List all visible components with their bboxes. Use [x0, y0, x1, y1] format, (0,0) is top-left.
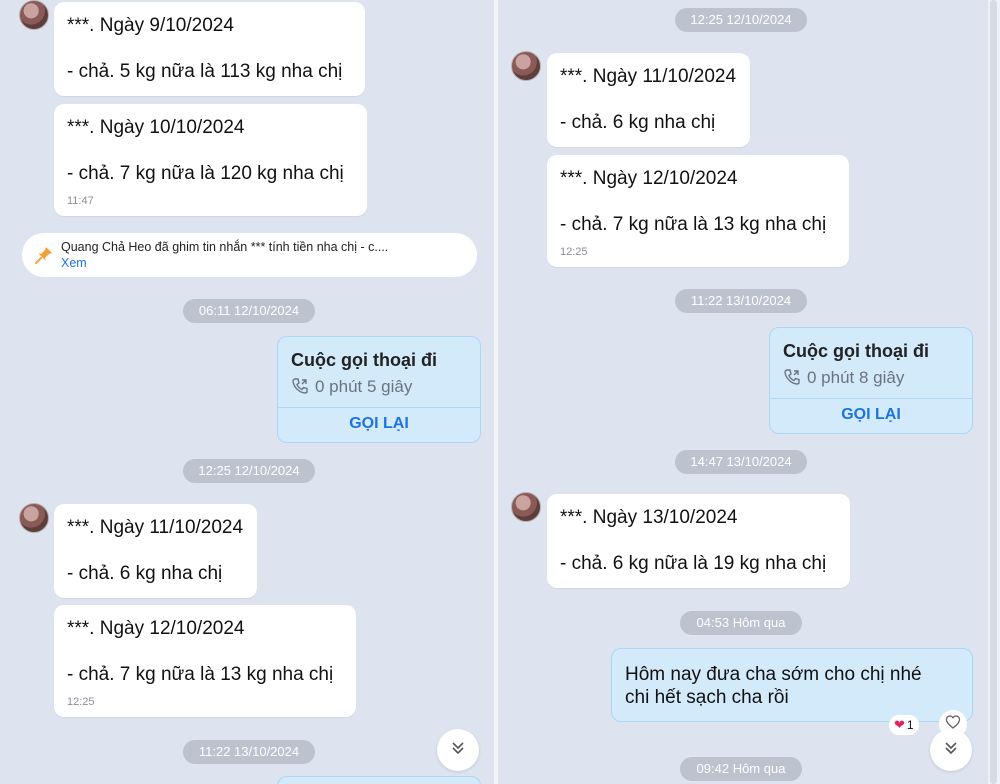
chevron-double-down-icon [943, 740, 959, 761]
date-separator: 12:25 12/10/2024 [183, 459, 315, 483]
received-message[interactable]: ***. Ngày 11/10/2024 - chả. 6 kg nha chị [54, 504, 257, 598]
chevron-double-down-icon [450, 740, 466, 761]
call-duration: 0 phút 5 giây [291, 377, 412, 397]
scrollbar[interactable] [988, 0, 1000, 784]
message-date-line: ***. Ngày 13/10/2024 [560, 507, 738, 528]
call-divider [770, 398, 972, 399]
received-message[interactable]: ***. Ngày 13/10/2024 - chả. 6 kg nữa là … [547, 494, 850, 588]
call-duration-text: 0 phút 8 giây [807, 368, 905, 387]
call-back-button[interactable]: GỌI LẠI [278, 415, 480, 433]
call-duration: 0 phút 8 giây [783, 368, 904, 388]
date-separator: 14:47 13/10/2024 [675, 450, 807, 474]
date-separator: 09:42 Hôm qua [680, 757, 802, 781]
contact-avatar[interactable] [511, 51, 541, 81]
received-message[interactable]: ***. Ngày 12/10/2024 - chả. 7 kg nữa là … [54, 605, 356, 717]
message-date-line: ***. Ngày 10/10/2024 [67, 117, 245, 138]
call-divider [278, 407, 480, 408]
call-back-button[interactable]: GỌI LẠI [770, 406, 972, 424]
scroll-to-bottom-button[interactable] [437, 729, 479, 771]
call-title: Cuộc gọi thoại đi [291, 350, 437, 370]
received-message[interactable]: ***. Ngày 9/10/2024 - chả. 5 kg nữa là 1… [54, 2, 365, 96]
message-body-line: - chả. 6 kg nha chị [67, 563, 223, 584]
message-date-line: ***. Ngày 12/10/2024 [560, 168, 738, 189]
outgoing-call-card[interactable]: Cuộc gọi thoại đi 0 phút 8 giây GỌI LẠI [769, 327, 973, 434]
outgoing-call-card[interactable]: Cuộc gọi thoại đi 0 phút 5 giây GỌI LẠI [277, 336, 481, 443]
pinned-message-notice[interactable]: Quang Chả Heo đã ghim tin nhắn *** tính … [22, 233, 477, 277]
left-chat-pane[interactable]: ***. Ngày 9/10/2024 - chả. 5 kg nữa là 1… [0, 0, 494, 784]
message-body-line: - chả. 6 kg nha chị [560, 112, 716, 133]
view-pinned-link[interactable]: Xem [61, 256, 87, 270]
sent-message[interactable]: Hôm nay đưa cha sớm cho chị nhé chi hết … [611, 648, 973, 722]
received-message[interactable]: ***. Ngày 10/10/2024 - chả. 7 kg nữa là … [54, 104, 367, 216]
phone-icon [783, 368, 801, 386]
message-time: 12:25 [67, 696, 95, 708]
date-separator: 12:25 12/10/2024 [675, 8, 807, 32]
date-separator: 11:22 13/10/2024 [183, 740, 315, 764]
message-time: 11:47 [67, 195, 94, 207]
date-separator: 06:11 12/10/2024 [183, 299, 315, 323]
message-body-line: - chả. 5 kg nữa là 113 kg nha chị [67, 61, 343, 82]
contact-avatar[interactable] [511, 492, 541, 522]
heart-icon: ❤ [894, 717, 905, 732]
message-date-line: ***. Ngày 12/10/2024 [67, 618, 245, 639]
pin-icon [34, 245, 54, 265]
message-body-line: - chả. 7 kg nữa là 13 kg nha chị [67, 664, 334, 685]
received-message[interactable]: ***. Ngày 12/10/2024 - chả. 7 kg nữa là … [547, 155, 849, 267]
message-body-line: - chả. 7 kg nữa là 13 kg nha chị [560, 214, 827, 235]
call-title: Cuộc gọi thoại đi [783, 341, 929, 361]
call-duration-text: 0 phút 5 giây [315, 377, 413, 396]
message-date-line: ***. Ngày 11/10/2024 [67, 517, 244, 538]
right-chat-pane[interactable]: 12:25 12/10/2024 ***. Ngày 11/10/2024 - … [498, 0, 988, 784]
date-separator: 11:22 13/10/2024 [675, 289, 807, 313]
received-message[interactable]: ***. Ngày 11/10/2024 - chả. 6 kg nha chị [547, 53, 750, 147]
message-time: 12:25 [560, 246, 588, 258]
message-date-line: ***. Ngày 11/10/2024 [560, 66, 737, 87]
outgoing-call-card-partial[interactable] [277, 776, 481, 784]
reaction-count: 1 [906, 718, 914, 732]
contact-avatar[interactable] [19, 503, 49, 533]
reaction-badge[interactable]: ❤ 1 [889, 715, 919, 735]
message-body-line: - chả. 6 kg nữa là 19 kg nha chị [560, 553, 827, 574]
message-body-line: - chả. 7 kg nữa là 120 kg nha chị [67, 163, 344, 184]
date-separator: 04:53 Hôm qua [680, 611, 802, 635]
contact-avatar[interactable] [19, 0, 49, 30]
sent-message-text: Hôm nay đưa cha sớm cho chị nhé chi hết … [625, 664, 922, 708]
pin-notice-text: Quang Chả Heo đã ghim tin nhắn *** tính … [61, 240, 389, 254]
scrollbar-thumb[interactable] [990, 0, 997, 784]
scroll-to-bottom-button[interactable] [930, 729, 972, 771]
phone-icon [291, 377, 309, 395]
message-date-line: ***. Ngày 9/10/2024 [67, 15, 234, 36]
